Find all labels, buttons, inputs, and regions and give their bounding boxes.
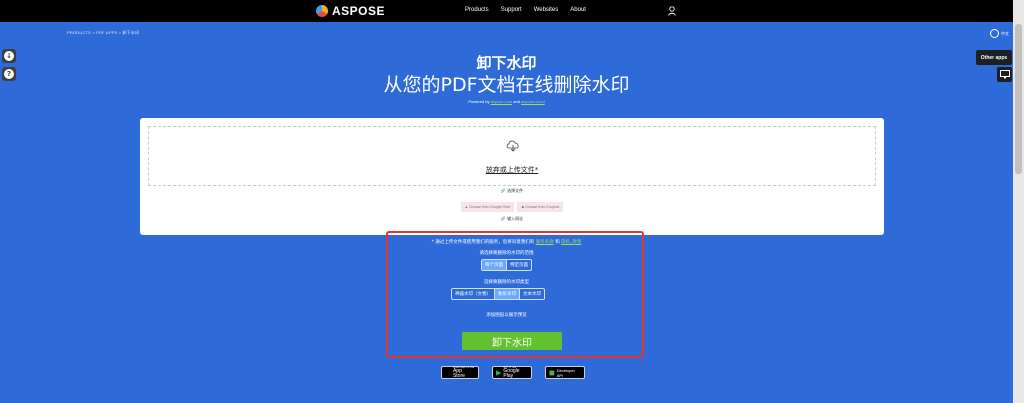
cloud-source-row: ▲ Choose from Google Drive ◆ Choose from… [140, 202, 884, 212]
cloud-upload-icon [506, 140, 519, 152]
dropbox-button[interactable]: ◆ Choose from Dropbox [517, 202, 564, 212]
google-drive-button[interactable]: ▲ Choose from Google Drive [460, 202, 515, 212]
developer-api-text: Developer API [556, 367, 575, 378]
choose-file-link[interactable]: 🔗 选择文件 [140, 188, 884, 194]
drop-upload-text[interactable]: 放弃或上传文件* [149, 165, 875, 175]
user-icon[interactable] [668, 6, 676, 16]
nav-link-about[interactable]: About [570, 7, 586, 13]
nav-link-support[interactable]: Support [501, 7, 522, 13]
scrollbar-thumb[interactable] [1015, 24, 1022, 174]
nav-link-websites[interactable]: Websites [534, 7, 559, 13]
appstore-big-text: App Store [452, 368, 465, 379]
api-icon [549, 370, 555, 375]
app-store-badge[interactable]: Download on the App Store [441, 366, 479, 379]
apple-icon [445, 370, 451, 376]
powered-by: Powered by aspose.com and aspose.cloud [0, 99, 1013, 104]
google-play-icon [496, 369, 502, 376]
link-icon: 🔗 [500, 188, 506, 193]
aspose-cloud-link[interactable]: aspose.cloud [521, 99, 545, 104]
enter-url-link[interactable]: 🔗 输入网址 [140, 216, 884, 222]
developer-api-badge[interactable]: Developer API [545, 366, 585, 379]
googleplay-big-text: Google Play [503, 368, 520, 379]
google-play-badge[interactable]: GET IT ON Google Play [492, 366, 532, 379]
powered-and-label: and [513, 99, 520, 104]
powered-by-label: Powered by [468, 99, 490, 104]
upload-card: 放弃或上传文件* 🔗 选择文件 ▲ Choose from Google Dri… [140, 118, 884, 235]
language-label: 中文 [1001, 30, 1009, 36]
enter-url-label: 输入网址 [507, 216, 524, 221]
logo-text: ASPOSE [332, 4, 386, 18]
language-selector[interactable]: 中文 [990, 29, 1009, 38]
google-drive-label: Choose from Google Drive [469, 205, 511, 209]
aspose-logo-icon [316, 5, 328, 17]
file-dropzone[interactable]: 放弃或上传文件* [148, 126, 876, 186]
choose-file-label: 选择文件 [507, 188, 524, 193]
nav-links: Products Support Websites About [465, 7, 586, 13]
globe-icon [990, 29, 999, 38]
link-icon: 🔗 [500, 216, 506, 221]
aspose-logo[interactable]: ASPOSE [316, 4, 385, 18]
dropbox-label: Choose from Dropbox [525, 205, 560, 209]
nav-link-products[interactable]: Products [465, 7, 489, 13]
top-nav: ASPOSE Products Support Websites About [0, 0, 1013, 22]
page-subtitle: 从您的PDF文档在线删除水印 [383, 74, 630, 96]
highlight-box [386, 231, 644, 358]
page-scrollbar[interactable] [1013, 0, 1024, 403]
aspose-com-link[interactable]: aspose.com [491, 99, 513, 104]
google-drive-icon: ▲ [464, 205, 469, 209]
dropbox-icon: ◆ [521, 205, 525, 209]
breadcrumb[interactable]: PRODUCTS > PDF APPS > 卸下水印 [67, 30, 139, 36]
